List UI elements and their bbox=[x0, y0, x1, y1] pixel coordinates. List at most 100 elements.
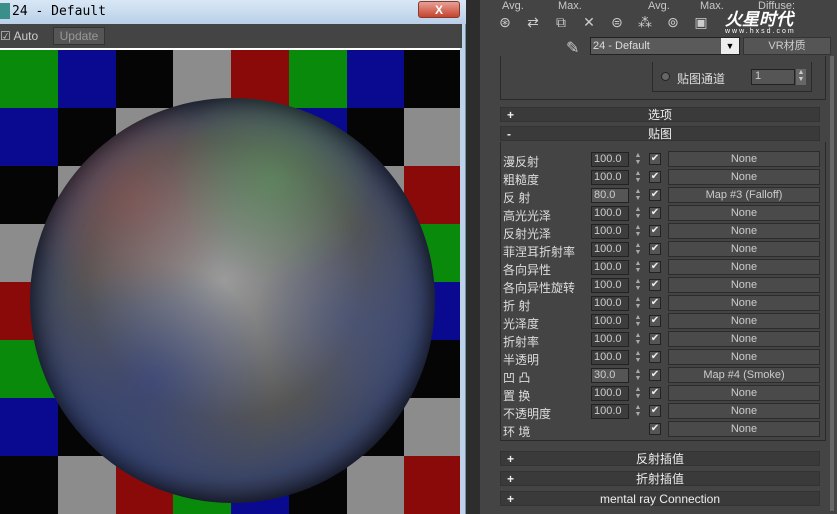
amount-spinner[interactable]: ▲ ▼ bbox=[633, 206, 643, 221]
map-row: 折射率 100.0 ▲ ▼ ✔ None bbox=[503, 331, 823, 349]
close-button[interactable]: X bbox=[418, 1, 460, 18]
map-enabled-checkbox[interactable]: ✔ bbox=[649, 207, 661, 219]
map-amount-input[interactable]: 100.0 bbox=[591, 152, 629, 167]
map-enabled-checkbox[interactable]: ✔ bbox=[649, 387, 661, 399]
map-channel-input[interactable]: 1 bbox=[751, 69, 795, 85]
map-enabled-checkbox[interactable]: ✔ bbox=[649, 351, 661, 363]
map-amount-input[interactable]: 100.0 bbox=[591, 170, 629, 185]
map-amount-input[interactable]: 100.0 bbox=[591, 350, 629, 365]
map-slot-button[interactable]: None bbox=[668, 223, 820, 239]
map-amount-input[interactable]: 100.0 bbox=[591, 206, 629, 221]
update-button[interactable]: Update bbox=[53, 27, 105, 45]
amount-spinner[interactable]: ▲ ▼ bbox=[633, 332, 643, 347]
map-slot-button[interactable]: None bbox=[668, 205, 820, 221]
auto-checkbox[interactable]: ☑ Auto bbox=[0, 29, 38, 43]
reset-map-icon[interactable]: ✕ bbox=[578, 14, 600, 32]
amount-spinner[interactable]: ▲ ▼ bbox=[633, 386, 643, 401]
map-slot-button[interactable]: None bbox=[668, 241, 820, 257]
map-slot-button[interactable]: None bbox=[668, 277, 820, 293]
amount-spinner[interactable]: ▲ ▼ bbox=[633, 188, 643, 203]
expand-icon: + bbox=[507, 472, 515, 486]
rollout-label: mental ray Connection bbox=[599, 492, 721, 506]
map-channel-spinner[interactable]: ▲ ▼ bbox=[796, 69, 806, 85]
amount-spinner[interactable]: ▲ ▼ bbox=[633, 404, 643, 419]
map-amount-input[interactable]: 100.0 bbox=[591, 386, 629, 401]
map-slot-button[interactable]: None bbox=[668, 421, 820, 437]
map-channel-radio[interactable] bbox=[661, 72, 670, 81]
material-name-dropdown[interactable]: 24 - Default ▼ bbox=[590, 37, 740, 55]
map-amount-input[interactable]: 100.0 bbox=[591, 242, 629, 257]
amount-spinner[interactable]: ▲ ▼ bbox=[633, 224, 643, 239]
material-id-icon[interactable]: ▣ bbox=[690, 14, 712, 32]
make-unique-icon[interactable]: ⁂ bbox=[634, 14, 656, 32]
map-enabled-checkbox[interactable]: ✔ bbox=[649, 153, 661, 165]
chevron-down-icon[interactable]: ▼ bbox=[721, 38, 739, 54]
map-name: 置 换 bbox=[503, 389, 531, 403]
map-amount-input[interactable]: 80.0 bbox=[591, 188, 629, 203]
rollout-reflect-interp[interactable]: + 反射插值 bbox=[500, 451, 820, 466]
amount-spinner[interactable]: ▲ ▼ bbox=[633, 314, 643, 329]
map-amount-input[interactable]: 100.0 bbox=[591, 260, 629, 275]
amount-spinner[interactable]: ▲ ▼ bbox=[633, 368, 643, 383]
map-enabled-checkbox[interactable]: ✔ bbox=[649, 225, 661, 237]
amount-spinner[interactable]: ▲ ▼ bbox=[633, 278, 643, 293]
map-slot-button[interactable]: None bbox=[668, 403, 820, 419]
put-to-library-icon[interactable]: ⊚ bbox=[662, 14, 684, 32]
rollout-mental-ray[interactable]: + mental ray Connection bbox=[500, 491, 820, 506]
amount-spinner[interactable]: ▲ ▼ bbox=[633, 296, 643, 311]
assign-to-selection-icon[interactable]: ⧉ bbox=[550, 14, 572, 32]
map-amount-input[interactable]: 100.0 bbox=[591, 314, 629, 329]
map-enabled-checkbox[interactable]: ✔ bbox=[649, 297, 661, 309]
map-amount-input[interactable]: 100.0 bbox=[591, 332, 629, 347]
checker-cell bbox=[347, 50, 405, 108]
map-enabled-checkbox[interactable]: ✔ bbox=[649, 423, 661, 435]
map-enabled-checkbox[interactable]: ✔ bbox=[649, 243, 661, 255]
map-enabled-checkbox[interactable]: ✔ bbox=[649, 315, 661, 327]
amount-spinner[interactable]: ▲ ▼ bbox=[633, 260, 643, 275]
rollout-maps[interactable]: - 贴图 bbox=[500, 126, 820, 141]
map-row: 反 射 80.0 ▲ ▼ ✔ Map #3 (Falloff) bbox=[503, 187, 823, 205]
put-to-scene-icon[interactable]: ⇄ bbox=[522, 14, 544, 32]
map-slot-button[interactable]: Map #4 (Smoke) bbox=[668, 367, 820, 383]
amount-spinner[interactable]: ▲ ▼ bbox=[633, 350, 643, 365]
map-slot-button[interactable]: None bbox=[668, 295, 820, 311]
map-amount-input[interactable]: 100.0 bbox=[591, 296, 629, 311]
map-slot-button[interactable]: None bbox=[668, 385, 820, 401]
map-slot-button[interactable]: None bbox=[668, 259, 820, 275]
map-amount-input[interactable]: 100.0 bbox=[591, 224, 629, 239]
rollout-options[interactable]: + 选项 bbox=[500, 107, 820, 122]
amount-spinner[interactable]: ▲ ▼ bbox=[633, 152, 643, 167]
preview-viewport[interactable] bbox=[0, 48, 460, 514]
map-slot-button[interactable]: Map #3 (Falloff) bbox=[668, 187, 820, 203]
map-enabled-checkbox[interactable]: ✔ bbox=[649, 171, 661, 183]
map-enabled-checkbox[interactable]: ✔ bbox=[649, 189, 661, 201]
map-amount-input[interactable]: 100.0 bbox=[591, 278, 629, 293]
eyedropper-icon[interactable]: ✎ bbox=[566, 38, 579, 58]
map-enabled-checkbox[interactable]: ✔ bbox=[649, 279, 661, 291]
map-enabled-checkbox[interactable]: ✔ bbox=[649, 369, 661, 381]
map-slot-button[interactable]: None bbox=[668, 169, 820, 185]
amount-spinner[interactable]: ▲ ▼ bbox=[633, 170, 643, 185]
checker-cell bbox=[289, 50, 347, 108]
map-enabled-checkbox[interactable]: ✔ bbox=[649, 405, 661, 417]
panel-scrollbar[interactable] bbox=[830, 56, 834, 511]
map-amount-input[interactable]: 100.0 bbox=[591, 404, 629, 419]
rollout-refract-interp[interactable]: + 折射插值 bbox=[500, 471, 820, 486]
map-enabled-checkbox[interactable]: ✔ bbox=[649, 333, 661, 345]
map-slot-button[interactable]: None bbox=[668, 313, 820, 329]
make-copy-icon[interactable]: ⊜ bbox=[606, 14, 628, 32]
amount-spinner[interactable]: ▲ ▼ bbox=[633, 242, 643, 257]
map-slot-button[interactable]: None bbox=[668, 151, 820, 167]
map-slot-button[interactable]: None bbox=[668, 331, 820, 347]
map-name: 折射率 bbox=[503, 335, 540, 349]
header-label: Avg. bbox=[648, 0, 670, 12]
material-type-button[interactable]: VR材质 bbox=[743, 37, 831, 55]
brand-watermark: 火星时代 www.hxsd.com bbox=[725, 11, 796, 36]
checker-cell bbox=[0, 108, 58, 166]
get-material-icon[interactable]: ⊛ bbox=[494, 14, 516, 32]
map-slot-button[interactable]: None bbox=[668, 349, 820, 365]
rollout-label: 折射插值 bbox=[635, 472, 684, 486]
map-enabled-checkbox[interactable]: ✔ bbox=[649, 261, 661, 273]
map-amount-input[interactable]: 30.0 bbox=[591, 368, 629, 383]
map-row: 光泽度 100.0 ▲ ▼ ✔ None bbox=[503, 313, 823, 331]
